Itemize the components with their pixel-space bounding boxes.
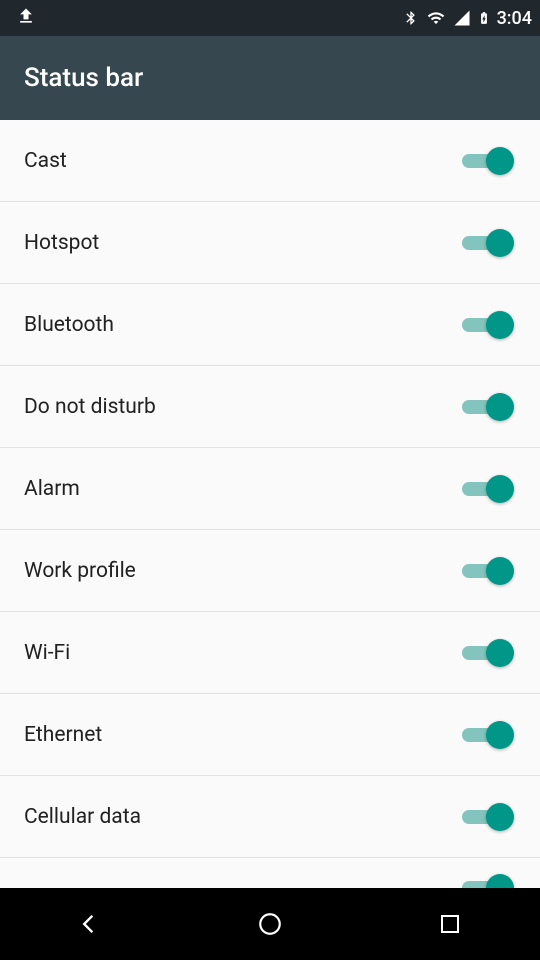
setting-label: Work profile: [24, 559, 136, 583]
setting-row-wifi[interactable]: Wi-Fi: [0, 612, 540, 694]
switch-thumb: [486, 147, 514, 175]
setting-label: Do not disturb: [24, 395, 156, 419]
system-statusbar: 3:04: [0, 0, 540, 36]
clock-text: 3:04: [497, 8, 532, 29]
setting-row-hotspot[interactable]: Hotspot: [0, 202, 540, 284]
toggle-wifi[interactable]: [462, 639, 508, 667]
setting-row-bluetooth[interactable]: Bluetooth: [0, 284, 540, 366]
setting-row-work-profile[interactable]: Work profile: [0, 530, 540, 612]
switch-thumb: [486, 803, 514, 831]
toggle-dnd[interactable]: [462, 393, 508, 421]
toggle-ethernet[interactable]: [462, 721, 508, 749]
setting-label: Cellular data: [24, 805, 141, 829]
setting-label: Alarm: [24, 477, 80, 501]
switch-thumb: [486, 229, 514, 257]
setting-row-alarm[interactable]: Alarm: [0, 448, 540, 530]
setting-row-ethernet[interactable]: Ethernet: [0, 694, 540, 776]
toggle-alarm[interactable]: [462, 475, 508, 503]
setting-row-partial[interactable]: [0, 858, 540, 888]
upload-icon: [16, 6, 36, 31]
switch-thumb: [486, 874, 514, 888]
switch-thumb: [486, 311, 514, 339]
toggle-partial[interactable]: [462, 874, 508, 888]
settings-list: Cast Hotspot Bluetooth Do not disturb Al…: [0, 120, 540, 888]
toggle-cellular-data[interactable]: [462, 803, 508, 831]
toggle-work-profile[interactable]: [462, 557, 508, 585]
system-navbar: [0, 888, 540, 960]
setting-label: Wi-Fi: [24, 641, 70, 665]
recents-button[interactable]: [405, 904, 495, 944]
toggle-hotspot[interactable]: [462, 229, 508, 257]
wifi-icon: [425, 9, 447, 27]
switch-thumb: [486, 393, 514, 421]
switch-thumb: [486, 475, 514, 503]
switch-thumb: [486, 721, 514, 749]
setting-row-dnd[interactable]: Do not disturb: [0, 366, 540, 448]
switch-thumb: [486, 557, 514, 585]
switch-thumb: [486, 639, 514, 667]
signal-icon: [453, 9, 471, 27]
setting-row-cast[interactable]: Cast: [0, 120, 540, 202]
toggle-cast[interactable]: [462, 147, 508, 175]
appbar: Status bar: [0, 36, 540, 120]
setting-label: Cast: [24, 149, 67, 173]
bluetooth-icon: [403, 8, 419, 28]
setting-label: Hotspot: [24, 231, 99, 255]
toggle-bluetooth[interactable]: [462, 311, 508, 339]
setting-label: Ethernet: [24, 723, 102, 747]
home-button[interactable]: [225, 904, 315, 944]
back-button[interactable]: [45, 904, 135, 944]
setting-row-cellular-data[interactable]: Cellular data: [0, 776, 540, 858]
page-title: Status bar: [24, 63, 143, 93]
setting-label: Bluetooth: [24, 313, 114, 337]
battery-icon: [477, 8, 491, 28]
